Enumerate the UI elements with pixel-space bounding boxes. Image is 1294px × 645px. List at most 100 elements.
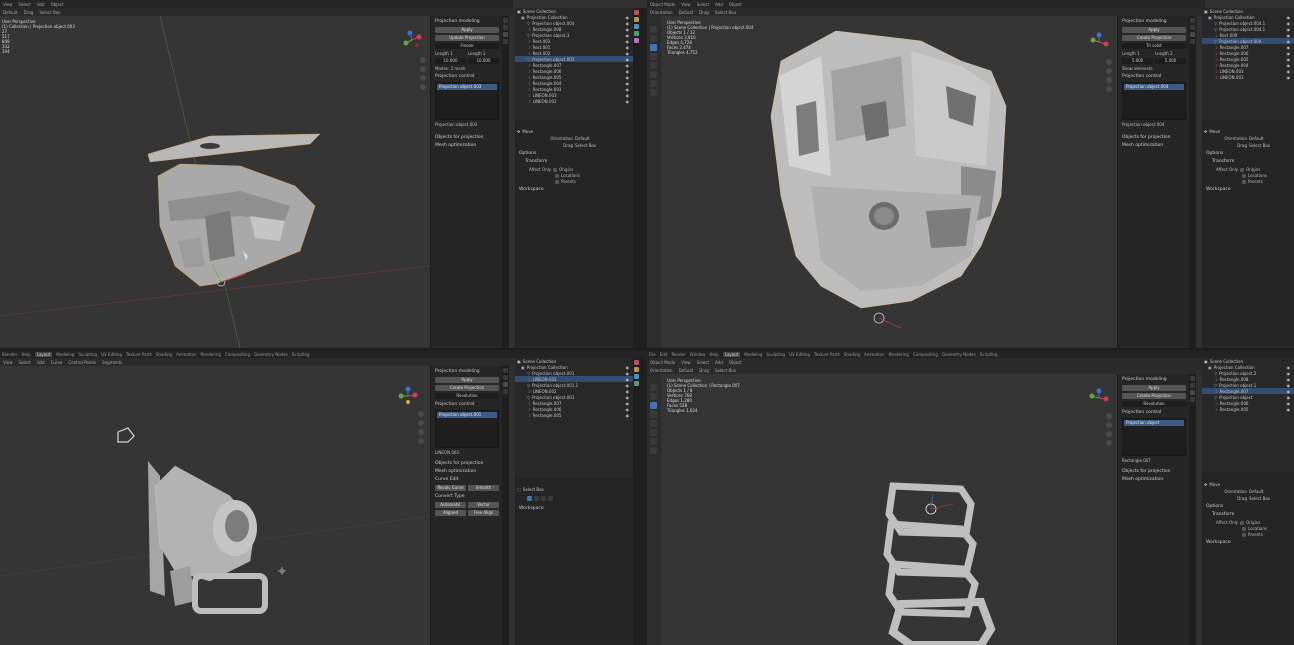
hand-icon[interactable]: [1106, 422, 1112, 428]
parents-checkbox[interactable]: [1242, 179, 1246, 184]
length-1-field[interactable]: 5.000: [1122, 58, 1153, 64]
length-2-field[interactable]: 5.000: [1155, 58, 1186, 64]
eye-icon[interactable]: ◉: [1287, 395, 1291, 400]
eye-icon[interactable]: ◉: [626, 365, 630, 370]
mode-selector[interactable]: Object Mode: [650, 360, 675, 365]
menu-object[interactable]: Object: [729, 2, 742, 7]
projection-list[interactable]: Projection object.001: [435, 410, 499, 448]
menu-object[interactable]: Object: [729, 360, 742, 365]
menu-add[interactable]: Add: [37, 360, 45, 365]
locations-checkbox[interactable]: [1242, 526, 1246, 531]
origins-checkbox[interactable]: [553, 167, 558, 172]
list-item[interactable]: Projection object.004: [1124, 84, 1184, 90]
transform-header[interactable]: Transform: [525, 159, 629, 164]
options-header[interactable]: Options: [1206, 151, 1290, 156]
workspace-tab[interactable]: Window: [690, 352, 706, 357]
workspace-tab[interactable]: Blender: [2, 352, 18, 357]
menu-select[interactable]: Select: [697, 2, 709, 7]
outliner-item[interactable]: ☽ Rectangle.005 ◉: [1202, 406, 1294, 412]
section-projection-control[interactable]: Projection control: [1122, 410, 1186, 415]
recalc-curve-button[interactable]: Recalc Curve: [435, 485, 466, 491]
menu-view[interactable]: View: [681, 2, 691, 7]
transform-header[interactable]: Transform: [1212, 159, 1290, 164]
eye-icon[interactable]: ◉: [1287, 15, 1291, 20]
tab-item[interactable]: [1190, 376, 1195, 381]
section-projection-control[interactable]: Projection control: [435, 402, 499, 407]
mode-invert-icon[interactable]: [548, 496, 553, 501]
tab-projection[interactable]: [1190, 397, 1195, 402]
eye-icon[interactable]: ◉: [1287, 407, 1291, 412]
menu-select[interactable]: Select: [697, 360, 709, 365]
mode-selector[interactable]: Object Mode: [650, 2, 675, 7]
material-tab-icon[interactable]: [634, 38, 639, 43]
eye-icon[interactable]: ◉: [626, 27, 630, 32]
zoom-icon[interactable]: [1106, 413, 1112, 419]
grid-icon[interactable]: [418, 438, 424, 444]
eye-icon[interactable]: ◉: [1287, 63, 1291, 68]
workspace-tab[interactable]: Modeling: [744, 352, 762, 357]
eye-icon[interactable]: ◉: [626, 99, 630, 104]
menu-select[interactable]: Select: [19, 2, 31, 7]
workspace-tab[interactable]: Render: [671, 352, 685, 357]
free-align-button[interactable]: Free Align: [468, 510, 499, 516]
mode-field[interactable]: Revolution: [1122, 401, 1186, 407]
projection-list[interactable]: Projection object.003: [435, 82, 499, 120]
tab-view[interactable]: [1190, 32, 1195, 37]
drag-value[interactable]: Select Box: [1249, 496, 1290, 501]
tab-item[interactable]: [1190, 18, 1195, 23]
hand-icon[interactable]: [420, 66, 426, 72]
apply-button[interactable]: Apply: [1122, 385, 1186, 391]
update-projection-button[interactable]: Update Projection: [435, 35, 499, 41]
vector-button[interactable]: Vector: [468, 502, 499, 508]
eye-icon[interactable]: ◉: [626, 371, 630, 376]
move-icon[interactable]: [650, 44, 657, 51]
menu-add[interactable]: Add: [715, 360, 723, 365]
tool-tab-icon[interactable]: [634, 10, 639, 15]
section-mesh-optimization[interactable]: Mesh optimization: [435, 143, 499, 148]
eye-icon[interactable]: ◉: [1287, 389, 1291, 394]
tab-tool[interactable]: [1190, 383, 1195, 388]
eye-icon[interactable]: ◉: [1287, 371, 1291, 376]
menu-view[interactable]: View: [3, 360, 13, 365]
eye-icon[interactable]: ◉: [626, 45, 630, 50]
outliner-item[interactable]: ☽ LINEON.002 ◉: [515, 98, 633, 104]
workspace-tab[interactable]: Texture Paint: [814, 352, 840, 357]
eye-icon[interactable]: ◉: [626, 69, 630, 74]
annotate-icon[interactable]: [650, 80, 657, 87]
eye-icon[interactable]: ◉: [1287, 75, 1291, 80]
section-projection-modeling[interactable]: Projection modeling: [1122, 377, 1186, 382]
locations-checkbox[interactable]: [1242, 173, 1246, 178]
section-projection-modeling[interactable]: Projection modeling: [435, 369, 499, 374]
eye-icon[interactable]: ◉: [1287, 39, 1291, 44]
camera-icon[interactable]: [1106, 77, 1112, 83]
section-projection-control[interactable]: Projection control: [1122, 74, 1186, 79]
section-objects-for-projection[interactable]: Objects for projection: [1122, 135, 1186, 140]
workspace-tab[interactable]: Texture Paint: [126, 352, 152, 357]
menu-view[interactable]: View: [681, 360, 691, 365]
workspace-header[interactable]: Workspace: [1206, 187, 1290, 192]
workspace-tab[interactable]: UV Editing: [789, 352, 810, 357]
options-header[interactable]: Options: [519, 151, 629, 156]
eye-icon[interactable]: ◉: [626, 413, 630, 418]
projection-list[interactable]: Projection object.004: [1122, 82, 1186, 120]
workspace-tab[interactable]: Geometry Nodes: [254, 352, 288, 357]
workspace-tab[interactable]: File: [649, 352, 656, 357]
orientation-value[interactable]: Default: [679, 368, 694, 373]
tab-item[interactable]: [503, 368, 508, 373]
cursor-icon[interactable]: [650, 384, 657, 391]
tool-tab-icon[interactable]: [634, 360, 639, 365]
camera-icon[interactable]: [420, 75, 426, 81]
eye-icon[interactable]: ◉: [626, 389, 630, 394]
length-1-field[interactable]: 10.000: [435, 58, 466, 64]
workspace-tab[interactable]: Modeling: [56, 352, 74, 357]
workspace-tab[interactable]: Compositing: [225, 352, 250, 357]
workspace-header[interactable]: Workspace: [519, 187, 629, 192]
outliner-item[interactable]: ☽ Rectangle.005 ◉: [515, 412, 633, 418]
eye-icon[interactable]: ◉: [1287, 45, 1291, 50]
workspace-tab[interactable]: Shading: [844, 352, 860, 357]
section-projection-modeling[interactable]: Projection modeling: [1122, 19, 1186, 24]
hand-icon[interactable]: [1106, 68, 1112, 74]
eye-icon[interactable]: ◉: [1287, 377, 1291, 382]
scene-tab-icon[interactable]: [634, 24, 639, 29]
workspace-tab[interactable]: Rendering: [200, 352, 220, 357]
